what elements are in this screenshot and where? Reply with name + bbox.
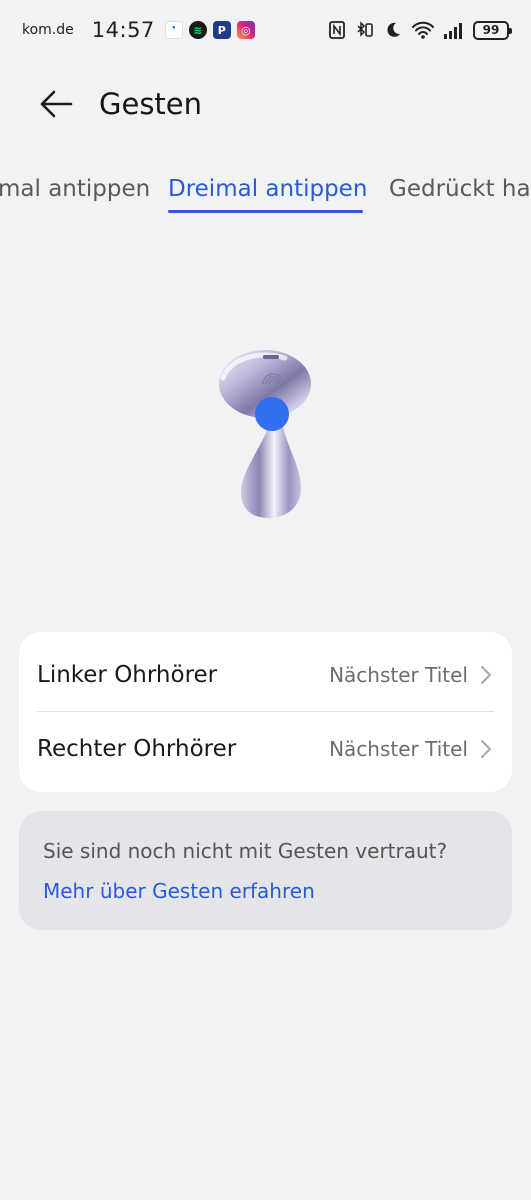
battery-level: 99 — [482, 23, 500, 37]
carrier-label: kom.de — [22, 22, 74, 38]
system-icons: 99 — [327, 20, 512, 40]
gesture-tabs: mal antippen Dreimal antippen Gedrückt h… — [0, 166, 531, 218]
learn-more-link[interactable]: Mehr über Gesten erfahren — [43, 877, 488, 905]
nfc-icon — [329, 21, 345, 39]
active-tab-indicator — [168, 210, 363, 213]
help-text: Sie sind noch nicht mit Gesten vertraut? — [43, 839, 448, 863]
instagram-icon: ◎ — [236, 21, 255, 39]
spotify-icon: ≋ — [188, 21, 207, 39]
right-earbud-label: Rechter Ohrhörer — [37, 736, 237, 762]
status-bar: kom.de 14:57 ❜ ≋ P ◎ 99 — [0, 0, 531, 60]
app-header: Gesten — [0, 70, 531, 138]
messenger-icon: ❜ — [164, 21, 183, 39]
clock: 14:57 — [91, 18, 155, 42]
bluetooth-vibrate-icon — [357, 21, 373, 37]
left-earbud-value: Nächster Titel — [329, 663, 468, 687]
right-earbud-row[interactable]: Rechter Ohrhörer Nächster Titel — [19, 712, 512, 786]
moon-icon — [387, 22, 400, 37]
left-earbud-row[interactable]: Linker Ohrhörer Nächster Titel — [19, 638, 512, 712]
signal-icon — [444, 23, 462, 39]
paypal-icon: P — [212, 21, 231, 39]
arrow-left-icon — [40, 90, 73, 118]
chevron-right-icon — [481, 666, 491, 684]
earbud-illustration — [205, 340, 325, 525]
earbud-icon — [219, 350, 311, 518]
chevron-right-icon — [481, 740, 491, 758]
tab-triple-tap[interactable]: Dreimal antippen — [168, 174, 367, 204]
left-earbud-label: Linker Ohrhörer — [37, 662, 218, 688]
notification-icons: ❜ ≋ P ◎ — [164, 21, 255, 39]
right-earbud-value: Nächster Titel — [329, 737, 468, 761]
wifi-icon — [412, 21, 434, 39]
tab-press-hold[interactable]: Gedrückt hal — [389, 174, 531, 204]
battery-indicator: 99 — [473, 20, 512, 40]
touch-area-marker — [255, 397, 289, 431]
gesture-help-box: Sie sind noch nicht mit Gesten vertraut?… — [19, 811, 512, 930]
tab-double-tap[interactable]: mal antippen — [0, 174, 150, 204]
back-button[interactable] — [36, 84, 76, 124]
earbud-settings-card: Linker Ohrhörer Nächster Titel Rechter O… — [19, 632, 512, 792]
page-title: Gesten — [99, 87, 203, 121]
